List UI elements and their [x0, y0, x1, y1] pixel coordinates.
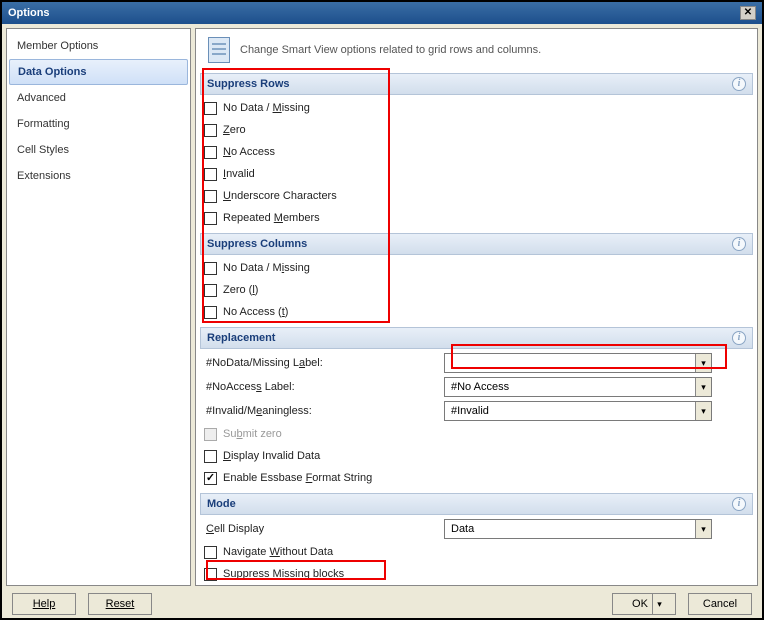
cancel-button[interactable]: Cancel: [688, 593, 752, 615]
window-title: Options: [8, 7, 50, 19]
suppress-columns-label-0: No Data / Missing: [223, 262, 310, 274]
display-invalid-label: Display Invalid Data: [223, 450, 320, 462]
section-title: Suppress Columns: [207, 238, 307, 250]
suppress-rows-label-0: No Data / Missing: [223, 102, 310, 114]
suppress-rows-checkbox-2[interactable]: [204, 146, 217, 159]
submit-zero-label: Submit zero: [223, 428, 282, 440]
suppress-columns-label-2: No Access (t): [223, 306, 288, 318]
navigate-without-data-label: Navigate Without Data: [223, 546, 333, 558]
suppress-columns-checkbox-1[interactable]: [204, 284, 217, 297]
section-title: Mode: [207, 498, 236, 510]
chevron-down-icon[interactable]: [695, 354, 711, 372]
suppress-rows-checkbox-5[interactable]: [204, 212, 217, 225]
options-content: Suppress Rows i No Data / Missing Zero No …: [196, 71, 757, 585]
cell-display-label: Cell Display: [204, 523, 444, 535]
chevron-down-icon[interactable]: [695, 402, 711, 420]
sidebar: Member OptionsData OptionsAdvancedFormat…: [6, 28, 191, 586]
section-suppress-columns: Suppress Columns i: [200, 233, 753, 255]
help-button[interactable]: Help: [12, 593, 76, 615]
enable-essbase-checkbox[interactable]: [204, 472, 217, 485]
display-invalid-checkbox[interactable]: [204, 450, 217, 463]
sidebar-item-member-options[interactable]: Member Options: [7, 33, 190, 59]
ok-dropdown-icon[interactable]: [652, 594, 666, 614]
suppress-rows-checkbox-1[interactable]: [204, 124, 217, 137]
noaccess-label: #NoAccess Label:: [204, 381, 444, 393]
enable-essbase-label: Enable Essbase Format String: [223, 472, 372, 484]
titlebar: Options ✕: [2, 2, 762, 24]
panel-description-row: Change Smart View options related to gri…: [196, 29, 757, 71]
panel-description: Change Smart View options related to gri…: [240, 44, 541, 56]
sidebar-item-data-options[interactable]: Data Options: [9, 59, 188, 85]
suppress-columns-checkbox-2[interactable]: [204, 306, 217, 319]
suppress-rows-label-4: Underscore Characters: [223, 190, 337, 202]
reset-button[interactable]: Reset: [88, 593, 152, 615]
section-title: Replacement: [207, 332, 275, 344]
nodata-missing-combo[interactable]: [444, 353, 712, 373]
sidebar-item-advanced[interactable]: Advanced: [7, 85, 190, 111]
noaccess-combo[interactable]: #No Access: [444, 377, 712, 397]
suppress-rows-checkbox-3[interactable]: [204, 168, 217, 181]
info-icon[interactable]: i: [732, 77, 746, 91]
suppress-rows-checkbox-4[interactable]: [204, 190, 217, 203]
chevron-down-icon[interactable]: [695, 520, 711, 538]
navigate-without-data-checkbox[interactable]: [204, 546, 217, 559]
suppress-rows-label-3: Invalid: [223, 168, 255, 180]
combo-value: Data: [451, 523, 474, 535]
suppress-rows-label-5: Repeated Members: [223, 212, 320, 224]
cell-display-combo[interactable]: Data: [444, 519, 712, 539]
suppress-columns-label-1: Zero (l): [223, 284, 258, 296]
suppress-missing-blocks-checkbox[interactable]: [204, 568, 217, 581]
suppress-rows-label-1: Zero: [223, 124, 246, 136]
dialog-footer: Help Reset OK Cancel: [2, 590, 762, 618]
main-panel: Change Smart View options related to gri…: [195, 28, 758, 586]
suppress-rows-label-2: No Access: [223, 146, 275, 158]
suppress-rows-checkbox-0[interactable]: [204, 102, 217, 115]
info-icon[interactable]: i: [732, 331, 746, 345]
suppress-missing-blocks-label: Suppress Missing blocks: [223, 568, 344, 580]
section-replacement: Replacement i: [200, 327, 753, 349]
info-icon[interactable]: i: [732, 497, 746, 511]
section-mode: Mode i: [200, 493, 753, 515]
options-dialog: Options ✕ Member OptionsData OptionsAdva…: [0, 0, 764, 620]
sidebar-item-formatting[interactable]: Formatting: [7, 111, 190, 137]
section-suppress-rows: Suppress Rows i: [200, 73, 753, 95]
sidebar-item-extensions[interactable]: Extensions: [7, 163, 190, 189]
sidebar-item-cell-styles[interactable]: Cell Styles: [7, 137, 190, 163]
chevron-down-icon[interactable]: [695, 378, 711, 396]
combo-value: #Invalid: [451, 405, 489, 417]
invalid-combo[interactable]: #Invalid: [444, 401, 712, 421]
close-button[interactable]: ✕: [740, 6, 756, 20]
section-title: Suppress Rows: [207, 78, 290, 90]
suppress-columns-checkbox-0[interactable]: [204, 262, 217, 275]
info-icon[interactable]: i: [732, 237, 746, 251]
ok-button[interactable]: OK: [612, 593, 676, 615]
combo-value: #No Access: [451, 381, 509, 393]
nodata-label: #NoData/Missing Label:: [204, 357, 444, 369]
submit-zero-checkbox: [204, 428, 217, 441]
document-icon: [208, 37, 230, 63]
invalid-label: #Invalid/Meaningless:: [204, 405, 444, 417]
